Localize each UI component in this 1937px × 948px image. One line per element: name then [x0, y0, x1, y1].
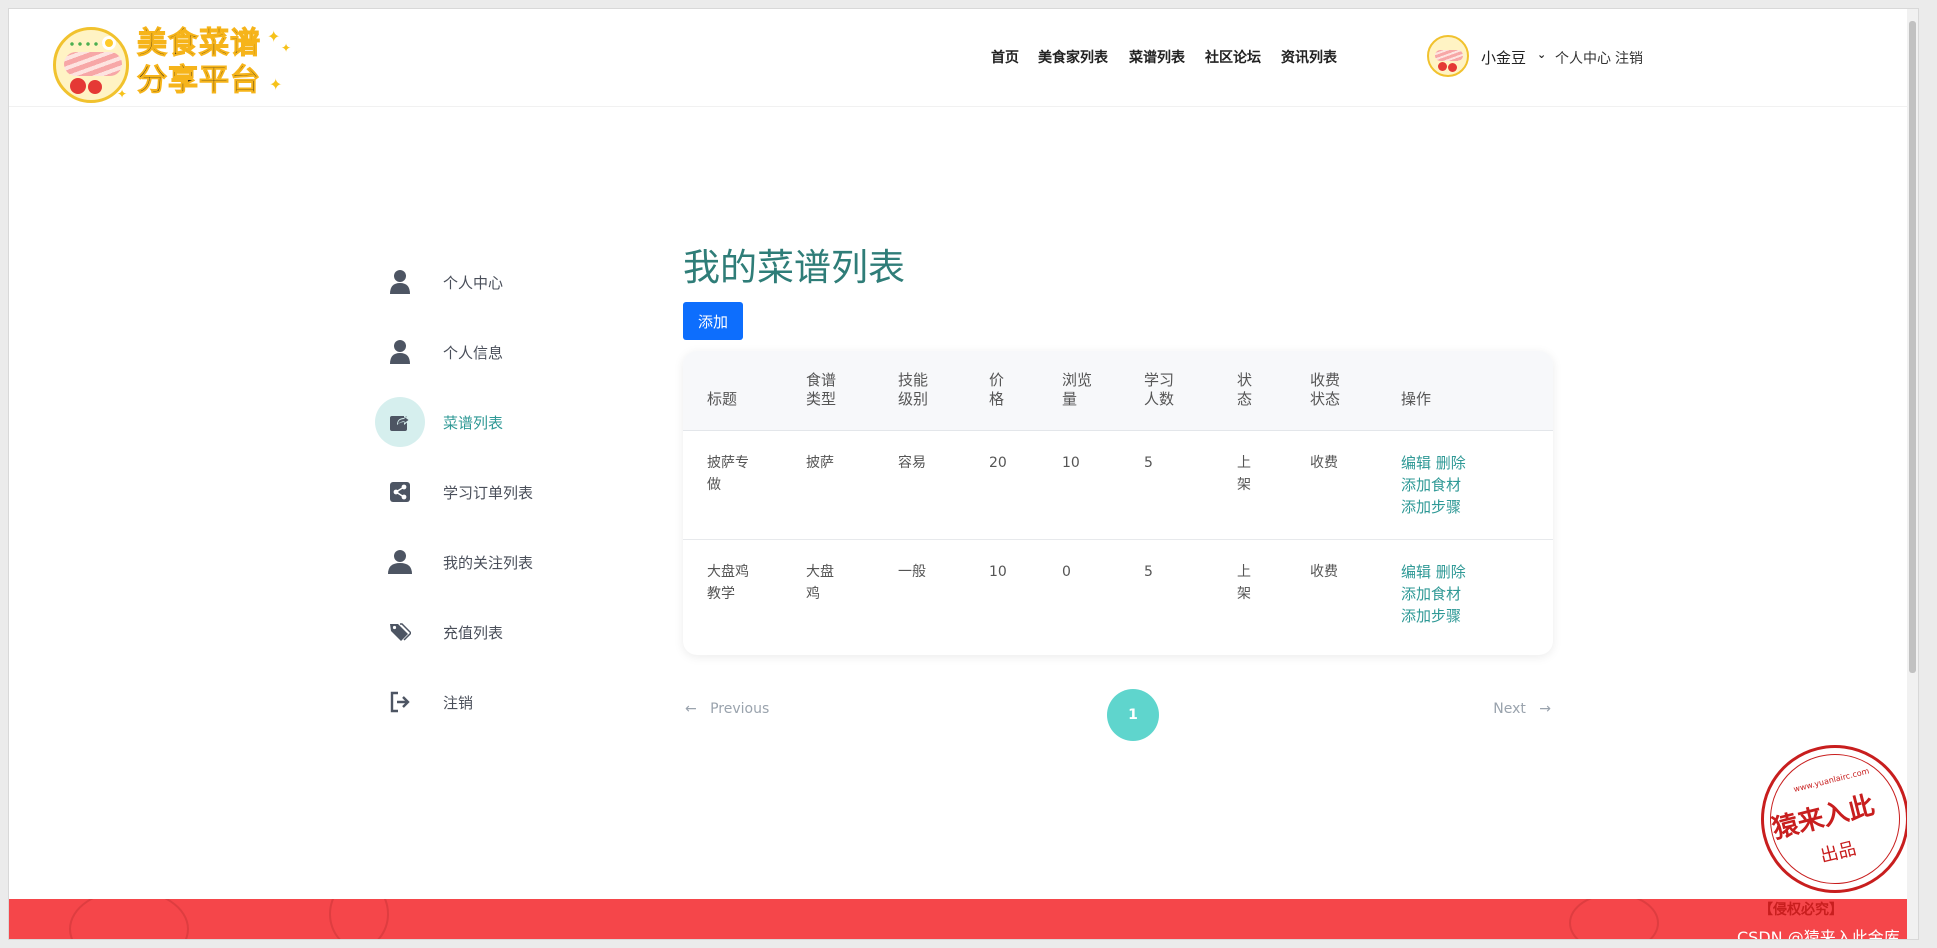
add-ingredient-link[interactable]: 添加食材 [1401, 476, 1461, 494]
previous-page-button[interactable]: ← Previous [685, 701, 769, 717]
cell-level: 容易 [898, 455, 926, 471]
site-footer [9, 899, 1918, 939]
scrollbar-thumb[interactable] [1909, 21, 1916, 673]
column-header: 收费 状态 [1310, 371, 1341, 408]
avatar[interactable] [1427, 35, 1469, 77]
user-icon [375, 537, 425, 587]
add-recipe-button[interactable]: 添加 [683, 302, 743, 340]
share-nodes-icon [375, 467, 425, 517]
site-logo[interactable]: 美食菜谱 分享平台 ✦ ✦ ✦ ✦ [53, 19, 313, 105]
share-square-icon [375, 397, 425, 447]
browser-viewport: 美食菜谱 分享平台 ✦ ✦ ✦ ✦ 首页 美食家列表 菜谱列表 社区论坛 资讯列… [8, 8, 1919, 940]
column-header: 操作 [1401, 390, 1432, 408]
cell-title: 披萨专 做 [707, 455, 749, 493]
table-row: 披萨专 做 披萨 容易 20 10 5 上 架 收费 编辑 删除 添加食材 添加… [683, 432, 1553, 540]
add-step-link[interactable]: 添加步骤 [1401, 498, 1461, 516]
cell-status: 上 架 [1237, 455, 1251, 493]
recipe-table: 标题 食谱 类型 技能 级别 价 格 浏览 量 学习 人数 状 态 收费 状态 … [683, 351, 1553, 655]
sidebar-item-profile[interactable]: 个人信息 [375, 327, 575, 379]
logo-line-2: 分享平台 [137, 63, 261, 99]
sidebar-item-label: 充值列表 [443, 624, 504, 642]
star-icon: ✦ [267, 27, 281, 46]
column-header: 技能 级别 [898, 371, 929, 408]
star-icon: ✦ [269, 75, 283, 94]
cell-title: 大盘鸡 教学 [707, 564, 749, 602]
column-header: 状 态 [1237, 371, 1253, 408]
cell-status: 上 架 [1237, 564, 1251, 602]
user-icon [375, 257, 425, 307]
nav-home[interactable]: 首页 [991, 47, 1019, 67]
cell-views: 10 [1062, 455, 1080, 471]
cell-type: 大盘 鸡 [806, 564, 834, 602]
cell-views: 0 [1062, 564, 1071, 580]
user-icon [375, 327, 425, 377]
row-actions: 编辑 删除 添加食材 添加步骤 [1401, 561, 1466, 627]
tags-icon [375, 607, 425, 657]
logout-link[interactable]: 注销 [1615, 51, 1643, 67]
cell-charge: 收费 [1310, 564, 1338, 580]
column-header: 浏览 量 [1062, 371, 1093, 408]
cell-price: 20 [989, 455, 1007, 471]
user-center-link[interactable]: 个人中心 [1555, 51, 1611, 67]
next-label: Next [1493, 701, 1526, 717]
user-name[interactable]: 小金豆 [1481, 47, 1526, 68]
sidebar-item-recipes[interactable]: 菜谱列表 [375, 397, 575, 449]
sidebar-item-orders[interactable]: 学习订单列表 [375, 467, 575, 519]
delete-link[interactable]: 删除 [1436, 563, 1466, 581]
page-number-current[interactable]: 1 [1107, 689, 1159, 741]
delete-link[interactable]: 删除 [1436, 454, 1466, 472]
arrow-left-icon: ← [685, 701, 711, 717]
sidebar-item-label: 学习订单列表 [443, 484, 534, 502]
cell-charge: 收费 [1310, 455, 1338, 471]
chevron-down-icon[interactable]: ⌄ [1537, 48, 1546, 61]
cell-level: 一般 [898, 564, 926, 580]
stamp-note: 【侵权必究】 [1759, 902, 1843, 918]
logo-text: 美食菜谱 分享平台 [137, 25, 261, 99]
page-title: 我的菜谱列表 [683, 246, 905, 289]
cell-learners: 5 [1144, 455, 1153, 471]
nav-foodies[interactable]: 美食家列表 [1038, 47, 1108, 67]
star-icon: ✦ [281, 41, 292, 55]
column-header: 标题 [707, 390, 738, 408]
edit-link[interactable]: 编辑 [1401, 563, 1431, 581]
nav-forum[interactable]: 社区论坛 [1205, 47, 1261, 67]
sidebar-item-follows[interactable]: 我的关注列表 [375, 537, 575, 589]
column-header: 食谱 类型 [806, 371, 837, 408]
star-icon: ✦ [117, 87, 128, 101]
row-actions: 编辑 删除 添加食材 添加步骤 [1401, 452, 1466, 518]
sign-out-icon [375, 677, 425, 727]
csdn-watermark: CSDN @猿来入此金库 [1737, 928, 1900, 940]
sidebar-item-label: 个人信息 [443, 344, 504, 362]
column-header: 学习 人数 [1144, 371, 1175, 408]
nav-recipes[interactable]: 菜谱列表 [1129, 47, 1185, 67]
pagination: ← Previous 1 Next → [683, 689, 1553, 741]
sidebar-item-label: 注销 [443, 694, 474, 712]
sidebar-item-user-center[interactable]: 个人中心 [375, 257, 575, 309]
edit-link[interactable]: 编辑 [1401, 454, 1431, 472]
next-page-button[interactable]: Next → [1493, 701, 1551, 717]
cell-learners: 5 [1144, 564, 1153, 580]
previous-label: Previous [710, 701, 770, 717]
logo-line-1: 美食菜谱 [137, 26, 261, 62]
watermark-stamp: www.yuanlairc.com 猿来入此 出品 [1745, 729, 1918, 909]
site-header: 美食菜谱 分享平台 ✦ ✦ ✦ ✦ 首页 美食家列表 菜谱列表 社区论坛 资讯列… [9, 9, 1909, 107]
cell-price: 10 [989, 564, 1007, 580]
add-step-link[interactable]: 添加步骤 [1401, 607, 1461, 625]
sidebar-item-label: 我的关注列表 [443, 554, 534, 572]
sidebar-item-label: 个人中心 [443, 274, 504, 292]
sidebar-item-label: 菜谱列表 [443, 414, 504, 432]
nav-news[interactable]: 资讯列表 [1281, 47, 1337, 67]
user-links: 个人中心 注销 [1555, 48, 1647, 68]
sidebar-item-logout[interactable]: 注销 [375, 677, 575, 729]
table-header: 标题 食谱 类型 技能 级别 价 格 浏览 量 学习 人数 状 态 收费 状态 … [683, 351, 1553, 431]
column-header: 价 格 [989, 371, 1005, 408]
add-ingredient-link[interactable]: 添加食材 [1401, 585, 1461, 603]
cell-type: 披萨 [806, 455, 834, 471]
sidebar-item-recharge[interactable]: 充值列表 [375, 607, 575, 659]
vertical-scrollbar[interactable] [1907, 9, 1918, 939]
arrow-right-icon: → [1525, 701, 1551, 717]
table-row: 大盘鸡 教学 大盘 鸡 一般 10 0 5 上 架 收费 编辑 删除 添加食材 … [683, 541, 1553, 649]
